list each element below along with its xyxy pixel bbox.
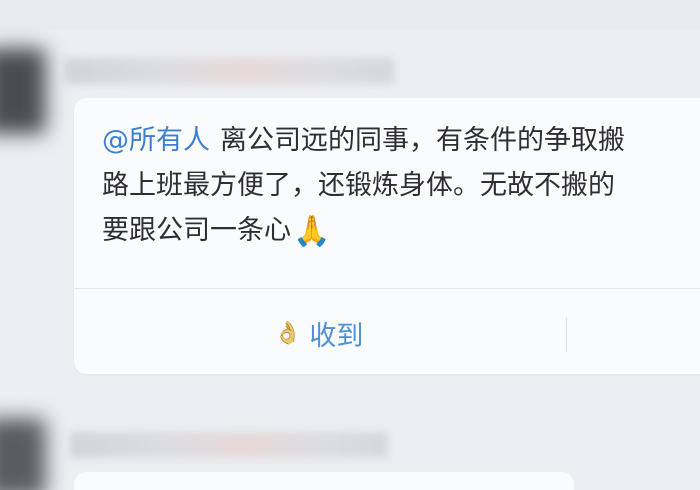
sender-name-blurred [64, 58, 394, 84]
ok-hand-icon: 👌 [274, 320, 302, 346]
bubble-divider [74, 288, 700, 289]
message-line-2: 路上班最方便了，还锻炼身体。无故不搬的 [102, 170, 615, 201]
avatar[interactable] [0, 418, 46, 490]
message-line-1: @所有人 离公司远的同事，有条件的争取搬 [102, 118, 700, 163]
acknowledge-label: 收到 [309, 320, 364, 352]
sender-name-blurred [70, 432, 388, 458]
chat-window: @所有人 离公司远的同事，有条件的争取搬 路上班最方便了，还锻炼身体。无故不搬的 … [0, 0, 700, 490]
avatar[interactable] [0, 48, 46, 134]
pray-icon: 🙏 [293, 214, 331, 249]
message-line-1-text: 离公司远的同事，有条件的争取搬 [220, 125, 625, 156]
action-divider [566, 318, 567, 352]
next-message-bubble[interactable] [74, 472, 574, 490]
message-line-3-text: 要跟公司一条心 [102, 215, 291, 246]
previous-message-edge [0, 0, 700, 30]
mention-all[interactable]: @所有人 [102, 125, 210, 156]
message-text: @所有人 离公司远的同事，有条件的争取搬 路上班最方便了，还锻炼身体。无故不搬的 … [102, 118, 700, 253]
acknowledge-button[interactable]: 👌 收到 [274, 310, 363, 356]
message-bubble[interactable]: @所有人 离公司远的同事，有条件的争取搬 路上班最方便了，还锻炼身体。无故不搬的 … [74, 98, 700, 374]
message-line-3: 要跟公司一条心🙏 [102, 208, 700, 253]
